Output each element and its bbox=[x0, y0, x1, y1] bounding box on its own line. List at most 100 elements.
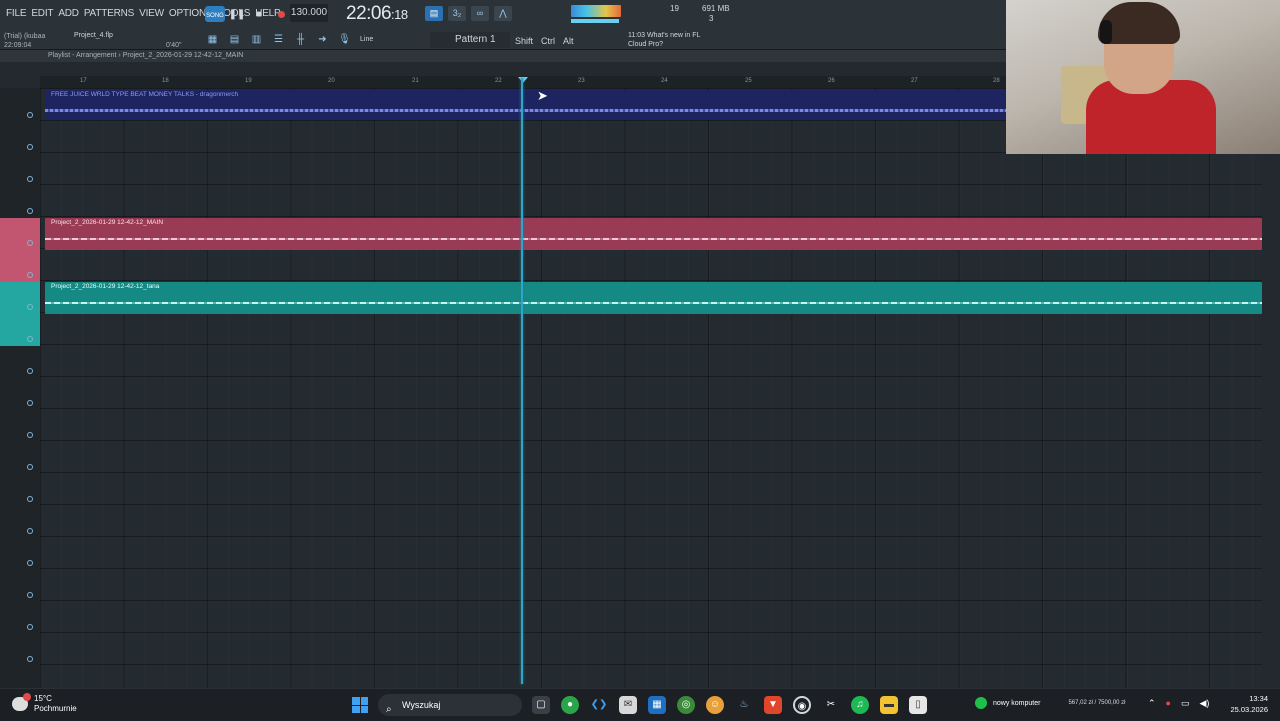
spotify-icon[interactable]: ♫ bbox=[851, 696, 869, 714]
tray-app-widget[interactable]: nowy komputer 567,02 zł / 7500,00 zł bbox=[975, 697, 1126, 709]
track-mute-led[interactable] bbox=[27, 368, 33, 374]
tray-app-value: 567,02 zł / 7500,00 zł bbox=[1068, 700, 1126, 706]
document-icon[interactable]: ▯ bbox=[909, 696, 927, 714]
plugin-picker-icon[interactable]: ╫ bbox=[294, 33, 307, 46]
output-level-meter bbox=[571, 5, 621, 17]
menu-edit[interactable]: EDIT bbox=[31, 8, 53, 19]
brave-icon[interactable]: ▼ bbox=[764, 696, 782, 714]
audio-clip[interactable]: FREE JUICE WRLD TYPE BEAT MONEY TALKS - … bbox=[45, 90, 1006, 120]
track-mute-led[interactable] bbox=[27, 496, 33, 502]
track-mute-led[interactable] bbox=[27, 560, 33, 566]
network-icon[interactable]: ▭ bbox=[1181, 698, 1190, 709]
system-time: 13:34 bbox=[1249, 694, 1268, 703]
ctrl-key[interactable]: Ctrl bbox=[541, 36, 555, 46]
task-view-icon[interactable]: ▢ bbox=[532, 696, 550, 714]
step-edit-icon[interactable]: 3₂ bbox=[448, 6, 466, 21]
vscode-icon[interactable]: ❮❯ bbox=[590, 696, 608, 714]
track-mute-led[interactable] bbox=[27, 464, 33, 470]
weather-text: 15°C Pochmurnie bbox=[34, 694, 77, 714]
mail-icon[interactable]: ✉ bbox=[619, 696, 637, 714]
arrow-right-icon[interactable]: ➜ bbox=[316, 33, 329, 46]
track-mute-led[interactable] bbox=[27, 656, 33, 662]
trial-time: 22:09:04 bbox=[4, 42, 32, 49]
pause-icon[interactable]: ❚❚ bbox=[229, 8, 246, 20]
snap-selector[interactable]: Line bbox=[360, 36, 373, 43]
mixer-icon[interactable]: ☰ bbox=[272, 33, 285, 46]
chevron-up-icon[interactable]: ⌃ bbox=[1148, 698, 1156, 709]
bar-number: 22 bbox=[495, 78, 502, 84]
microphone-icon[interactable]: 🎙 bbox=[338, 33, 351, 46]
file-explorer-icon[interactable]: ▬ bbox=[880, 696, 898, 714]
piano-roll-icon[interactable]: ▤ bbox=[228, 33, 241, 46]
discord-icon[interactable]: ☺ bbox=[706, 696, 724, 714]
search-placeholder: Wyszukaj bbox=[402, 700, 441, 710]
menu-add[interactable]: ADD bbox=[58, 8, 79, 19]
windows-taskbar: 15°C Pochmurnie ⌕ Wyszukaj ▢ ● ❮❯ ✉ ▦ ◎ … bbox=[0, 688, 1280, 720]
bar-number: 17 bbox=[80, 78, 87, 84]
notification-badge bbox=[23, 693, 31, 701]
clock-widget[interactable]: 13:34 25.03.2026 bbox=[1224, 693, 1268, 715]
pattern-selector[interactable]: Pattern 1 bbox=[430, 32, 510, 48]
tray-app-label: nowy komputer bbox=[993, 699, 1041, 707]
taskbar-search[interactable]: ⌕ Wyszukaj bbox=[378, 694, 522, 716]
shift-key[interactable]: Shift bbox=[515, 36, 533, 46]
weather-widget[interactable]: 15°C Pochmurnie bbox=[12, 693, 77, 714]
news-line2: Cloud Pro? bbox=[628, 41, 664, 48]
playhead-marker-icon[interactable] bbox=[518, 77, 528, 83]
menu-file[interactable]: FILE bbox=[6, 8, 27, 19]
bar-number: 26 bbox=[828, 78, 835, 84]
news-panel[interactable]: 11:03 What's new in FL Cloud Pro? bbox=[628, 31, 700, 49]
master-volume-slider[interactable] bbox=[571, 19, 619, 23]
cloud-icon bbox=[12, 693, 31, 711]
search-icon: ⌕ bbox=[386, 704, 392, 715]
channel-rack-icon[interactable]: ▥ bbox=[250, 33, 263, 46]
track-mute-led[interactable] bbox=[27, 432, 33, 438]
volume-icon[interactable]: ◀) bbox=[1200, 698, 1210, 709]
menu-view[interactable]: VIEW bbox=[139, 8, 164, 19]
playlist-grid[interactable] bbox=[40, 88, 1262, 688]
steam-icon[interactable]: ♨ bbox=[735, 696, 753, 714]
track-mute-led[interactable] bbox=[27, 400, 33, 406]
stop-icon[interactable]: ■ bbox=[253, 8, 265, 20]
time-position: 0'40" bbox=[166, 42, 182, 49]
store-icon[interactable]: ▦ bbox=[648, 696, 666, 714]
windows-start-icon[interactable] bbox=[352, 697, 368, 713]
bar-number: 27 bbox=[911, 78, 918, 84]
bar-number: 18 bbox=[162, 78, 169, 84]
alt-key[interactable]: Alt bbox=[563, 36, 574, 46]
loop-record-icon[interactable]: ⋀ bbox=[494, 6, 512, 21]
menu-patterns[interactable]: PATTERNS bbox=[84, 8, 134, 19]
track-mute-led[interactable] bbox=[27, 624, 33, 630]
track-headers bbox=[0, 88, 40, 688]
chrome-icon[interactable]: ◎ bbox=[677, 696, 695, 714]
track-mute-led[interactable] bbox=[27, 240, 33, 246]
audio-clip[interactable]: Project_2_2026-01-29 12-42-12_tana bbox=[45, 282, 1262, 314]
track-mute-led[interactable] bbox=[27, 144, 33, 150]
track-mute-led[interactable] bbox=[27, 592, 33, 598]
transport-controls: ❚❚ ■ bbox=[229, 8, 287, 20]
track-mute-led[interactable] bbox=[27, 176, 33, 182]
tempo-display[interactable]: 130.000 bbox=[290, 4, 328, 22]
playhead[interactable] bbox=[521, 78, 523, 684]
blend-notes-icon[interactable]: ∞ bbox=[471, 6, 489, 21]
system-tray: ⌃ ● ▭ ◀) bbox=[1148, 698, 1209, 709]
track-mute-led[interactable] bbox=[27, 528, 33, 534]
track-mute-led[interactable] bbox=[27, 208, 33, 214]
track-mute-led[interactable] bbox=[27, 336, 33, 342]
track-mute-led[interactable] bbox=[27, 272, 33, 278]
track-mute-led[interactable] bbox=[27, 112, 33, 118]
audio-clip[interactable]: Project_2_2026-01-29 12-42-12_MAIN bbox=[45, 218, 1262, 250]
capcut-icon[interactable]: ✂ bbox=[822, 696, 840, 714]
fl-studio-icon[interactable]: ● bbox=[561, 696, 579, 714]
track-highlight bbox=[0, 282, 40, 346]
playlist-icon[interactable]: ▦ bbox=[206, 33, 219, 46]
trial-user: (Trial) (kubaa bbox=[4, 33, 46, 40]
song-position-clock[interactable]: 22:06:18 bbox=[346, 3, 408, 25]
track-mute-led[interactable] bbox=[27, 304, 33, 310]
clip-waveform bbox=[45, 238, 1262, 240]
record-button[interactable] bbox=[275, 8, 287, 20]
microphone-icon[interactable]: ● bbox=[1166, 698, 1171, 709]
song-mode-button[interactable]: SONG bbox=[205, 6, 225, 22]
obs-icon[interactable]: ◉ bbox=[793, 696, 811, 714]
typing-keyboard-icon[interactable]: ▤ bbox=[425, 6, 443, 21]
